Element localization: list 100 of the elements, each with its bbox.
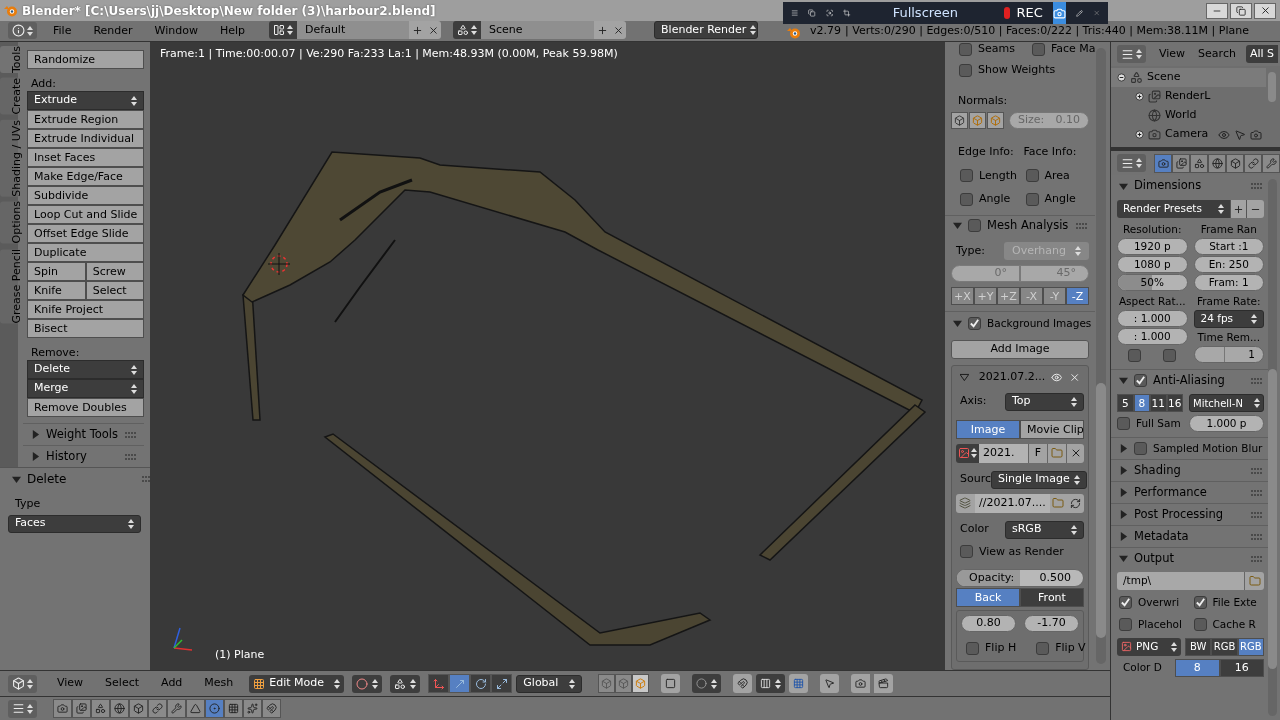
shading-dropdown[interactable] (352, 674, 383, 693)
tool-button[interactable]: Knife (27, 281, 86, 300)
properties-tab[interactable] (262, 699, 281, 718)
properties-tab[interactable] (1190, 153, 1208, 173)
color-space-dropdown[interactable]: sRGB (1005, 520, 1084, 539)
image-name-field[interactable]: 2021. (979, 443, 1028, 463)
editor-type-button[interactable] (1117, 45, 1146, 63)
checkbox[interactable] (1117, 417, 1130, 430)
menu-item[interactable]: View (1159, 45, 1186, 63)
manipulator-button[interactable] (491, 674, 513, 693)
tool-button[interactable]: Duplicate (27, 243, 145, 262)
frame-field[interactable]: Start :1 (1193, 238, 1264, 255)
orientation-dropdown[interactable]: Global (516, 674, 583, 693)
delete-button[interactable] (425, 21, 442, 39)
normals-toggle-button[interactable] (969, 112, 986, 129)
mirror-button[interactable] (820, 674, 840, 693)
tool-button[interactable]: Loop Cut and Slide (27, 205, 145, 224)
checkbox[interactable] (959, 42, 972, 56)
checkbox[interactable] (1134, 442, 1147, 455)
manipulator-button[interactable] (428, 674, 450, 693)
menu-item[interactable]: File (53, 22, 72, 39)
scene-field[interactable]: Scene (481, 21, 595, 39)
toggle-button[interactable]: RGB (1237, 637, 1264, 656)
source-dropdown[interactable]: Single Image (991, 470, 1087, 489)
screenshot-button[interactable] (1052, 2, 1066, 24)
properties-tab[interactable] (205, 699, 224, 718)
select-mode-button[interactable] (632, 674, 650, 693)
frame-rate-dropdown[interactable]: 24 fps (1193, 310, 1264, 328)
close-button[interactable] (1254, 2, 1276, 19)
pivot-dropdown[interactable] (390, 674, 421, 693)
menu-item[interactable]: Help (219, 22, 246, 39)
properties-tab[interactable] (224, 699, 243, 718)
mode-dropdown[interactable]: Edit Mode (249, 674, 345, 693)
tool-button[interactable]: Screw (85, 262, 145, 281)
tool-button[interactable]: Remove Doubles (27, 398, 145, 417)
properties-tab[interactable] (110, 699, 129, 718)
menu-item[interactable]: Render (93, 22, 133, 39)
tool-button[interactable]: Offset Edge Slide (27, 224, 145, 243)
editor-type-button[interactable] (1117, 154, 1146, 172)
toggle-button[interactable]: Movie Clip (1020, 419, 1084, 439)
checkbox[interactable] (1163, 349, 1177, 362)
tool-button[interactable]: Inset Faces (27, 148, 145, 167)
manipulator-button[interactable] (449, 674, 471, 693)
tool-button[interactable]: Make Edge/Face (27, 167, 145, 186)
tool-button[interactable]: Knife Project (27, 300, 145, 319)
toggle-button[interactable]: 16 (1219, 658, 1264, 677)
menu-item[interactable]: View (57, 675, 84, 692)
properties-tab[interactable] (1262, 153, 1280, 173)
offset-field[interactable]: -1.70 (1024, 615, 1079, 633)
unlink-button[interactable] (1066, 443, 1084, 463)
toggle-button[interactable]: RGB (1211, 637, 1238, 656)
render-image-button[interactable] (851, 674, 871, 693)
fake-user-button[interactable]: F (1028, 443, 1048, 463)
tool-dropdown[interactable]: Merge (27, 379, 145, 398)
checkbox[interactable] (1036, 641, 1050, 655)
manipulator-button[interactable] (470, 674, 492, 693)
toggle-button[interactable]: Image (956, 419, 1020, 439)
toggle-button[interactable]: 8 (1175, 658, 1220, 677)
maximize-button[interactable] (1230, 2, 1252, 19)
properties-tab[interactable] (1208, 153, 1226, 173)
expand-icon[interactable] (1117, 73, 1126, 82)
aspect-field[interactable]: : 1.000 (1117, 310, 1188, 327)
tool-dropdown[interactable]: Extrude (27, 91, 145, 110)
outliner-row[interactable]: Camera (1111, 125, 1266, 144)
checkbox[interactable] (1025, 192, 1039, 206)
axis-dropdown[interactable]: Top (1005, 392, 1084, 411)
outliner-row[interactable]: RenderL (1111, 87, 1266, 106)
checkbox[interactable] (968, 317, 981, 330)
editor-type-button[interactable] (8, 22, 37, 39)
display-mode-dropdown[interactable]: All S (1245, 45, 1279, 63)
image-browse-button[interactable] (956, 443, 979, 463)
delete-button[interactable] (610, 21, 627, 39)
properties-tab[interactable] (1172, 153, 1190, 173)
editor-type-button[interactable] (8, 674, 37, 693)
open-folder-button[interactable] (1244, 572, 1264, 590)
properties-tab[interactable] (243, 699, 262, 718)
checkbox[interactable] (960, 545, 973, 559)
properties-tab[interactable] (91, 699, 110, 718)
tool-tab[interactable]: Tools (0, 46, 18, 74)
type-dropdown[interactable]: Faces (8, 514, 141, 533)
checkbox[interactable] (1025, 169, 1039, 183)
tool-tab[interactable]: Grease Pencil (0, 248, 18, 324)
editor-type-button[interactable] (8, 699, 37, 718)
checkbox[interactable] (1193, 618, 1207, 632)
tool-button[interactable]: Extrude Individual (27, 129, 145, 148)
add-button[interactable] (409, 21, 426, 39)
render-engine-dropdown[interactable]: Blender Render (654, 21, 759, 39)
menu-item[interactable]: Search (1198, 45, 1236, 63)
render-presets-dropdown[interactable]: Render Presets (1117, 200, 1230, 218)
select-mode-button[interactable] (615, 674, 633, 693)
properties-tab[interactable] (1154, 153, 1172, 173)
normals-toggle-button[interactable] (987, 112, 1004, 129)
filter-dropdown[interactable]: Mitchell-N (1189, 394, 1264, 412)
screen-layout-field[interactable]: Default (297, 21, 410, 39)
tool-button[interactable]: Subdivide (27, 186, 145, 205)
toggle-button[interactable]: -Z (1066, 287, 1089, 306)
properties-tab[interactable] (129, 699, 148, 718)
scene-type-button[interactable] (453, 21, 482, 39)
checkbox[interactable] (959, 63, 972, 77)
properties-tab[interactable] (1244, 153, 1262, 173)
